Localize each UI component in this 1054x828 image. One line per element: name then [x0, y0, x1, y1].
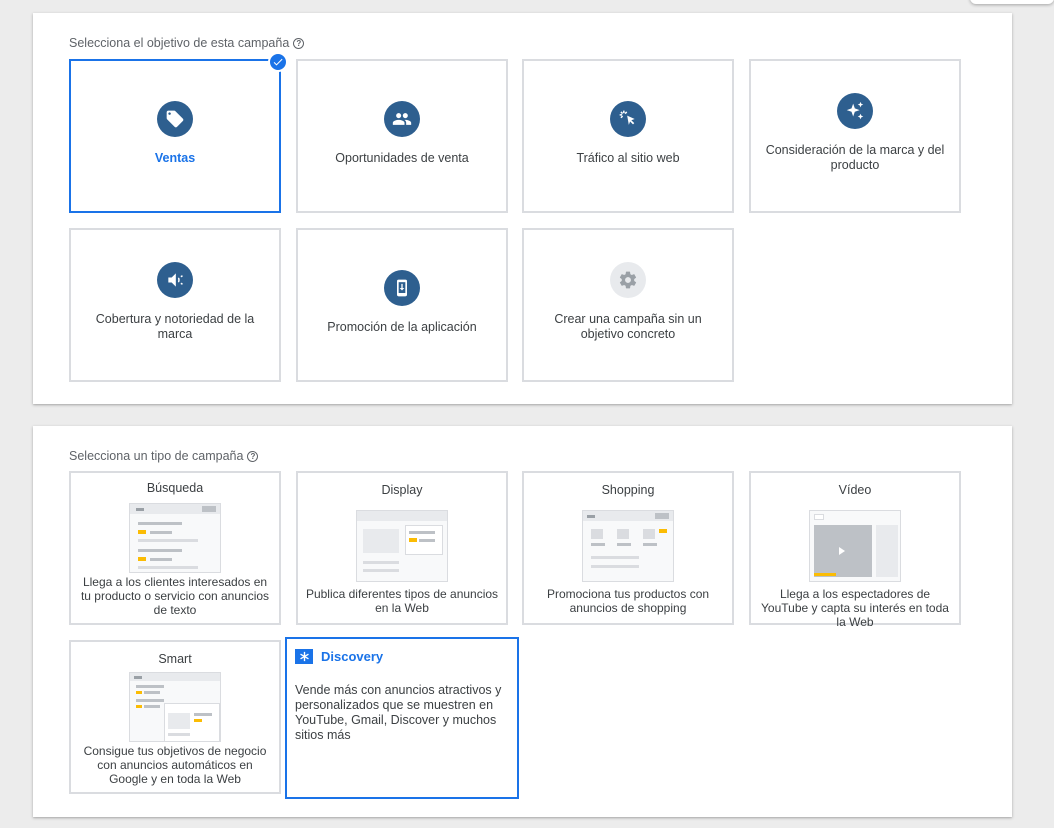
campaign-card-title: Discovery: [321, 649, 384, 664]
objective-section-title: Selecciona el objetivo de esta campaña: [69, 36, 290, 50]
sparkle-icon: [837, 93, 873, 129]
objective-panel: Selecciona el objetivo de esta campaña ?…: [33, 13, 1012, 404]
campaign-card-desc: Promociona tus productos con anuncios de…: [546, 587, 710, 615]
campaign-card-title: Display: [381, 483, 423, 497]
objective-card-cobertura[interactable]: Cobertura y notoriedad de la marca: [69, 228, 281, 382]
campaign-card-discovery[interactable]: Discovery Vende más con anuncios atracti…: [285, 637, 519, 799]
objective-card-label: Ventas: [154, 151, 196, 165]
phone-download-icon: [384, 270, 420, 306]
discovery-asterisk-icon: [295, 649, 313, 664]
cursor-click-icon: [610, 101, 646, 137]
gear-icon: [610, 262, 646, 298]
objective-card-trafico[interactable]: Tráfico al sitio web: [522, 59, 734, 213]
search-illustration: [129, 503, 221, 573]
help-circle-icon[interactable]: ?: [293, 37, 305, 49]
objective-card-label: Tráfico al sitio web: [576, 151, 680, 165]
objective-card-label: Oportunidades de venta: [335, 151, 469, 165]
campaign-section-label: Selecciona un tipo de campaña ?: [69, 449, 259, 463]
display-illustration: [356, 510, 448, 582]
campaign-card-desc: Llega a los clientes interesados en tu p…: [80, 575, 270, 617]
people-icon: [384, 101, 420, 137]
objective-card-label: Consideración de la marca y del producto: [765, 143, 945, 172]
objective-section-label: Selecciona el objetivo de esta campaña ?: [69, 36, 305, 50]
objective-card-label: Cobertura y notoriedad de la marca: [95, 312, 255, 341]
objective-card-sin-objetivo[interactable]: Crear una campaña sin un objetivo concre…: [522, 228, 734, 382]
objective-card-label: Promoción de la aplicación: [327, 320, 477, 334]
campaign-card-smart[interactable]: Smart Consigue tus objetivos de negocio …: [69, 640, 281, 794]
objective-card-label: Crear una campaña sin un objetivo concre…: [554, 312, 702, 341]
campaign-card-title: Vídeo: [838, 483, 872, 497]
campaign-section-title: Selecciona un tipo de campaña: [69, 449, 244, 463]
objective-card-ventas[interactable]: Ventas: [69, 52, 288, 213]
campaign-card-desc: Llega a los espectadores de YouTube y ca…: [761, 587, 949, 629]
tag-icon: [157, 101, 193, 137]
video-illustration: [809, 510, 901, 582]
discovery-header: Discovery: [295, 649, 383, 664]
campaign-card-video[interactable]: Vídeo Llega a los espectadores de YouTub…: [749, 471, 961, 629]
objective-card-app[interactable]: Promoción de la aplicación: [296, 228, 508, 382]
campaign-card-title: Smart: [158, 652, 192, 666]
campaign-card-busqueda[interactable]: Búsqueda Llega a los clientes interesado…: [69, 471, 281, 625]
help-circle-icon[interactable]: ?: [247, 450, 259, 462]
shopping-illustration: [582, 510, 674, 582]
campaign-type-panel: Selecciona un tipo de campaña ? Búsqueda…: [33, 426, 1012, 817]
check-icon: [268, 52, 288, 72]
campaign-card-desc: Vende más con anuncios atractivos y pers…: [295, 683, 502, 742]
campaign-card-title: Shopping: [601, 483, 655, 497]
campaign-card-desc: Publica diferentes tipos de anuncios en …: [305, 587, 499, 615]
smart-illustration: [129, 672, 221, 742]
objective-card-oportunidades[interactable]: Oportunidades de venta: [296, 59, 508, 213]
campaign-card-display[interactable]: Display Publica diferentes tipos de anun…: [296, 471, 508, 625]
campaign-card-title: Búsqueda: [146, 481, 204, 495]
play-icon: [839, 547, 845, 555]
top-right-corner-element: [970, 0, 1054, 4]
objective-card-consideracion[interactable]: Consideración de la marca y del producto: [749, 59, 961, 213]
campaign-card-desc: Consigue tus objetivos de negocio con an…: [83, 744, 267, 786]
campaign-card-shopping[interactable]: Shopping Promociona tus productos con an…: [522, 471, 734, 625]
speaker-icon: [157, 262, 193, 298]
